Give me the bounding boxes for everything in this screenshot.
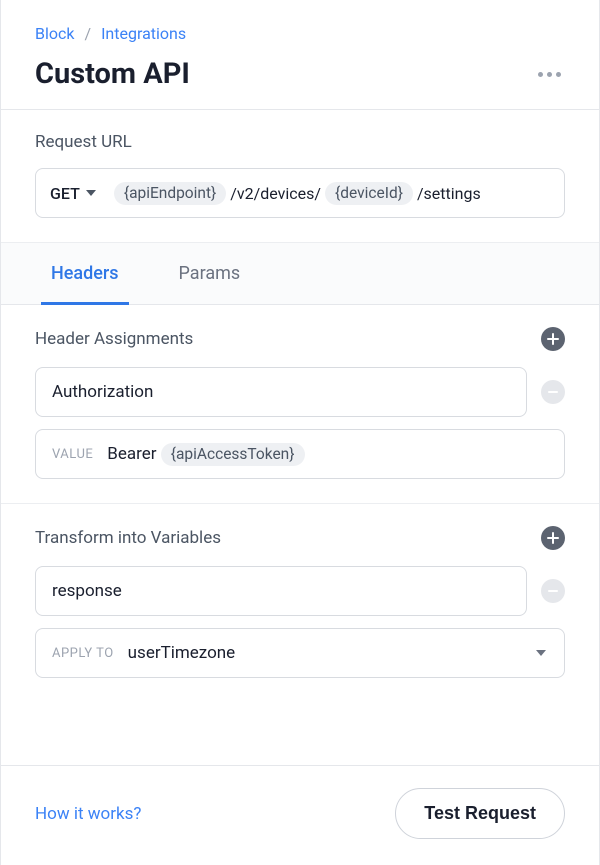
remove-header-button[interactable] xyxy=(541,380,565,404)
page-title: Custom API xyxy=(35,57,190,91)
url-text[interactable]: {apiEndpoint} /v2/devices/ {deviceId} /s… xyxy=(114,182,481,205)
url-segment: /settings xyxy=(417,184,481,203)
header-value-variable-chip[interactable]: {apiAccessToken} xyxy=(161,443,305,466)
header-value-label: VALUE xyxy=(52,447,93,462)
header-value-input[interactable]: VALUE Bearer {apiAccessToken} xyxy=(35,429,565,479)
tab-params[interactable]: Params xyxy=(169,243,251,305)
url-segment: /v2/devices/ xyxy=(230,184,321,203)
tab-headers[interactable]: Headers xyxy=(41,243,129,305)
transform-label: Transform into Variables xyxy=(35,528,221,548)
breadcrumb-current[interactable]: Integrations xyxy=(101,24,186,43)
apply-to-select[interactable]: APPLY TO userTimezone xyxy=(35,628,565,678)
header-assignments-label: Header Assignments xyxy=(35,329,193,349)
transform-name-input[interactable]: response xyxy=(35,566,527,616)
request-url-label: Request URL xyxy=(35,132,565,152)
header-key-value: Authorization xyxy=(52,382,153,402)
http-method-select[interactable]: GET xyxy=(50,184,106,203)
transform-name-value: response xyxy=(52,581,122,601)
add-transform-button[interactable] xyxy=(541,526,565,550)
http-method-value: GET xyxy=(50,184,80,203)
remove-transform-button[interactable] xyxy=(541,579,565,603)
apply-to-value: userTimezone xyxy=(128,643,236,663)
url-variable-chip[interactable]: {deviceId} xyxy=(325,182,413,205)
breadcrumb: Block / Integrations xyxy=(35,24,565,43)
url-variable-chip[interactable]: {apiEndpoint} xyxy=(114,182,226,205)
header-value-prefix: Bearer xyxy=(107,444,156,464)
apply-to-label: APPLY TO xyxy=(52,646,114,661)
header-key-input[interactable]: Authorization xyxy=(35,367,527,417)
tabs: Headers Params xyxy=(1,243,599,305)
add-header-button[interactable] xyxy=(541,327,565,351)
request-url-input[interactable]: GET {apiEndpoint} /v2/devices/ {deviceId… xyxy=(35,168,565,218)
breadcrumb-separator: / xyxy=(84,24,91,43)
how-it-works-link[interactable]: How it works? xyxy=(35,804,141,824)
chevron-down-icon xyxy=(536,650,546,656)
breadcrumb-root[interactable]: Block xyxy=(35,24,74,43)
chevron-down-icon xyxy=(86,190,96,196)
test-request-button[interactable]: Test Request xyxy=(395,788,565,839)
more-menu-icon[interactable] xyxy=(534,68,565,81)
